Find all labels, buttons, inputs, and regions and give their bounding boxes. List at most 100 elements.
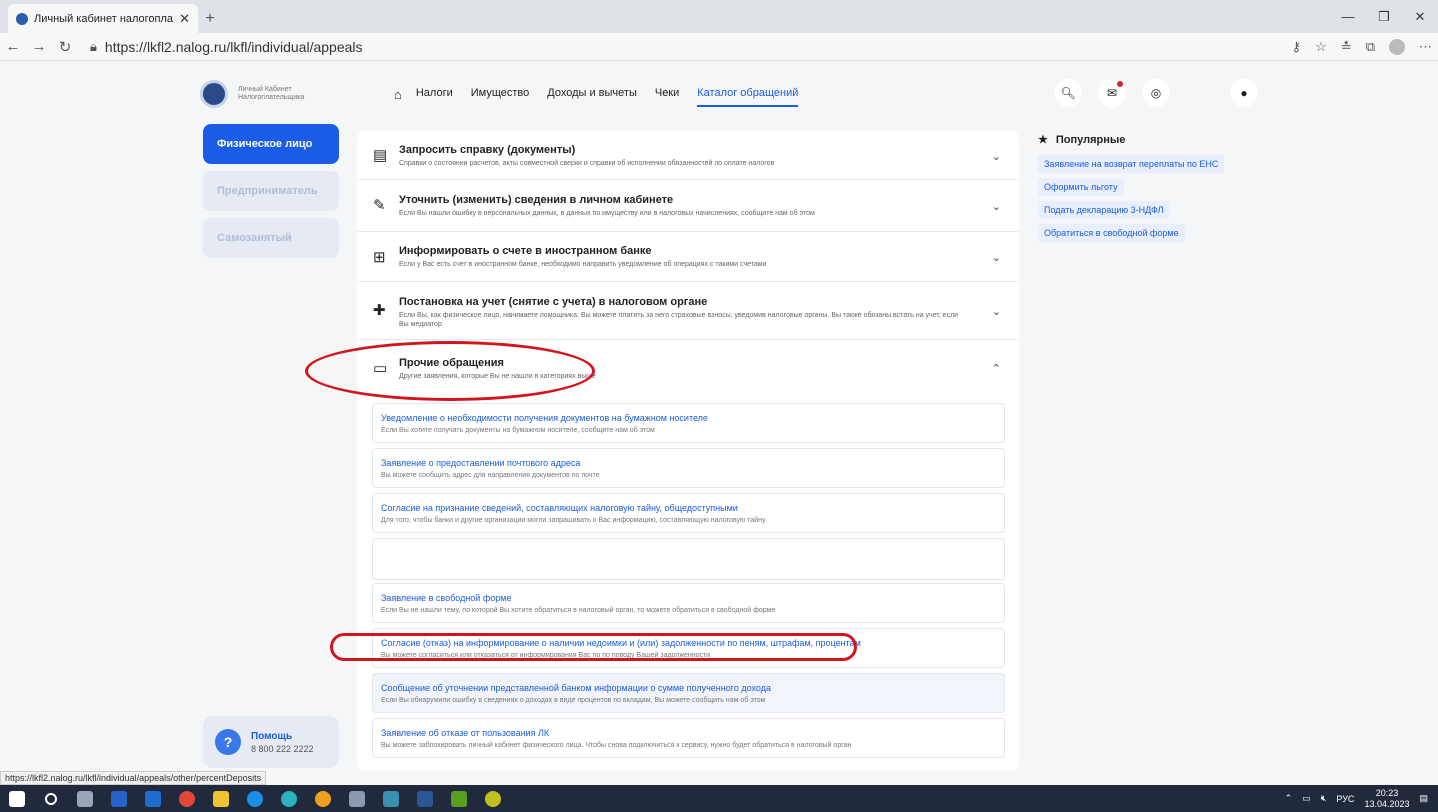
subitem-bank-income-correction[interactable]: Сообщение об уточнении представленной ба… (372, 673, 1005, 713)
favorites-list-icon[interactable]: ≛ (1341, 39, 1352, 55)
nav-taxes[interactable]: Налоги (416, 81, 453, 107)
app-extra-icon[interactable] (476, 785, 510, 812)
site-favicon-icon (16, 12, 28, 25)
help-widget[interactable]: ? Помощь 8 800 222 2222 (203, 716, 339, 768)
browser-tab[interactable]: Личный кабинет налогоплател ✕ (8, 4, 198, 33)
forward-icon[interactable]: → (26, 38, 52, 55)
user-profile-icon[interactable]: ● (1230, 79, 1258, 107)
language-indicator[interactable]: РУС (1336, 794, 1354, 804)
fns-logo-icon[interactable] (200, 80, 228, 108)
subitem-tax-secret-consent[interactable]: Согласие на признание сведений, составля… (372, 493, 1005, 533)
help-title: Помощь (251, 730, 293, 742)
popular-title: ★ Популярные (1038, 133, 1258, 147)
subitem-desc: Если Вы не нашли тему, по которой Вы хот… (381, 607, 776, 614)
profile-area: ● (1230, 79, 1258, 107)
more-menu-icon[interactable]: ⋯ (1419, 39, 1432, 55)
app-gray-icon[interactable] (340, 785, 374, 812)
annotation-ellipse (305, 341, 595, 401)
ie-icon[interactable] (238, 785, 272, 812)
chevron-down-icon[interactable]: ⌄ (992, 251, 1001, 264)
address-bar: ← → ↻ 🔒︎ https://lkfl2.nalog.ru/lkfl/ind… (0, 33, 1438, 61)
app-icon[interactable] (102, 785, 136, 812)
category-desc: Если у Вас есть счет в иностранном банке… (399, 261, 767, 268)
file-explorer-icon[interactable] (204, 785, 238, 812)
close-window-icon[interactable]: ✕ (1402, 0, 1438, 33)
chevron-down-icon[interactable]: ⌄ (992, 305, 1001, 318)
browser-toolbar-right: ⚷ ☆ ≛ ⧉ ⋯ (1292, 33, 1432, 61)
close-tab-icon[interactable]: ✕ (179, 11, 190, 27)
favorite-star-icon[interactable]: ☆ (1315, 39, 1327, 55)
subitem-paper-documents[interactable]: Уведомление о необходимости получения до… (372, 403, 1005, 443)
search-icon[interactable]: 🔍︎ (1054, 79, 1082, 107)
system-tray: ⌃ ▭ 🔇︎ РУС 20:23 13.04.2023 ▤ (1285, 785, 1428, 812)
clock-time: 20:23 (1375, 787, 1399, 798)
app-green-icon[interactable] (442, 785, 476, 812)
home-icon[interactable]: ⌂ (394, 87, 402, 102)
subitem-account-refusal[interactable]: Заявление об отказе от пользования ЛК Вы… (372, 718, 1005, 758)
minimize-icon[interactable]: — (1330, 0, 1366, 33)
star-icon: ★ (1038, 134, 1048, 146)
subitem-free-form[interactable]: Заявление в свободной форме Если Вы не н… (372, 583, 1005, 623)
outlook-icon[interactable] (136, 785, 170, 812)
sidebar-item-entrepreneur[interactable]: Предприниматель (203, 171, 339, 211)
mail-icon[interactable]: ✉ (1098, 79, 1126, 107)
category-update-info[interactable]: ✎ Уточнить (изменить) сведения в личном … (357, 180, 1019, 232)
subitem-title: Заявление о предоставлении почтового адр… (381, 458, 581, 468)
tab-title: Личный кабинет налогоплател (34, 12, 173, 25)
subitem-title: Сообщение об уточнении представленной ба… (381, 683, 771, 693)
nav-checks[interactable]: Чеки (655, 81, 679, 107)
clock[interactable]: 20:23 13.04.2023 (1364, 788, 1409, 810)
new-tab-button[interactable]: + (198, 4, 222, 33)
category-title: Информировать о счете в иностранном банк… (399, 245, 652, 257)
category-title: Запросить справку (документы) (399, 144, 576, 156)
popular-link-overpayment-refund[interactable]: Заявление на возврат переплаты по ЕНС (1038, 155, 1225, 173)
volume-muted-icon[interactable]: 🔇︎ (1321, 793, 1327, 804)
windows-start-icon[interactable] (0, 785, 34, 812)
category-registration[interactable]: ✚ Постановка на учет (снятие с учета) в … (357, 282, 1019, 340)
visibility-off-icon[interactable]: ◎ (1142, 79, 1170, 107)
collections-icon[interactable]: ⧉ (1366, 39, 1375, 55)
category-foreign-bank[interactable]: ⊞ Информировать о счете в иностранном ба… (357, 232, 1019, 282)
chevron-down-icon[interactable]: ⌄ (992, 150, 1001, 163)
popular-link-free-form[interactable]: Обратиться в свободной форме (1038, 224, 1185, 242)
taskbar: ⌃ ▭ 🔇︎ РУС 20:23 13.04.2023 ▤ (0, 785, 1438, 812)
url-field[interactable]: 🔒︎ https://lkfl2.nalog.ru/lkfl/individua… (90, 39, 363, 55)
sidebar-item-self-employed[interactable]: Самозанятый (203, 218, 339, 258)
notifications-icon[interactable]: ▤ (1419, 793, 1428, 804)
profile-avatar-icon[interactable] (1389, 39, 1405, 55)
edit-icon: ✎ (373, 197, 386, 214)
appeals-catalog: ▤ Запросить справку (документы) Справки … (357, 131, 1019, 771)
back-icon[interactable]: ← (0, 38, 26, 55)
chrome-icon[interactable] (170, 785, 204, 812)
search-icon[interactable] (34, 785, 68, 812)
chevron-up-icon[interactable]: ⌃ (992, 362, 1001, 375)
nav-property[interactable]: Имущество (471, 81, 530, 107)
subitem-postal-address[interactable]: Заявление о предоставлении почтового адр… (372, 448, 1005, 488)
restore-icon[interactable]: ❐ (1366, 0, 1402, 33)
window-controls: — ❐ ✕ (1330, 0, 1438, 33)
popular-link-3ndfl[interactable]: Подать декларацию 3-НДФЛ (1038, 201, 1170, 219)
refresh-icon[interactable]: ↻ (52, 38, 78, 56)
app-yellow-icon[interactable] (306, 785, 340, 812)
logo-text: Личный Кабинет Налогоплательщика (238, 86, 305, 101)
lock-icon: 🔒︎ (90, 38, 97, 54)
subitem-redacted[interactable] (372, 538, 1005, 580)
network-icon[interactable]: ▭ (1302, 793, 1311, 804)
app-teal-icon[interactable] (374, 785, 408, 812)
notification-dot (1117, 81, 1123, 87)
subitem-title: Заявление в свободной форме (381, 593, 512, 603)
tray-chevron-icon[interactable]: ⌃ (1285, 793, 1293, 804)
clock-date: 13.04.2023 (1364, 798, 1410, 809)
nav-income[interactable]: Доходы и вычеты (547, 81, 637, 107)
chevron-down-icon[interactable]: ⌄ (992, 200, 1001, 213)
nav-appeals-catalog[interactable]: Каталог обращений (697, 81, 799, 107)
category-certificates[interactable]: ▤ Запросить справку (документы) Справки … (357, 131, 1019, 180)
key-icon[interactable]: ⚷ (1292, 39, 1302, 55)
task-view-icon[interactable] (68, 785, 102, 812)
bank-icon: ⊞ (373, 249, 386, 266)
edge-icon[interactable] (272, 785, 306, 812)
word-icon[interactable] (408, 785, 442, 812)
subitem-desc: Для того, чтобы банки и другие организац… (381, 517, 766, 524)
sidebar-item-individual[interactable]: Физическое лицо (203, 124, 339, 164)
popular-link-benefit[interactable]: Оформить льготу (1038, 178, 1124, 196)
